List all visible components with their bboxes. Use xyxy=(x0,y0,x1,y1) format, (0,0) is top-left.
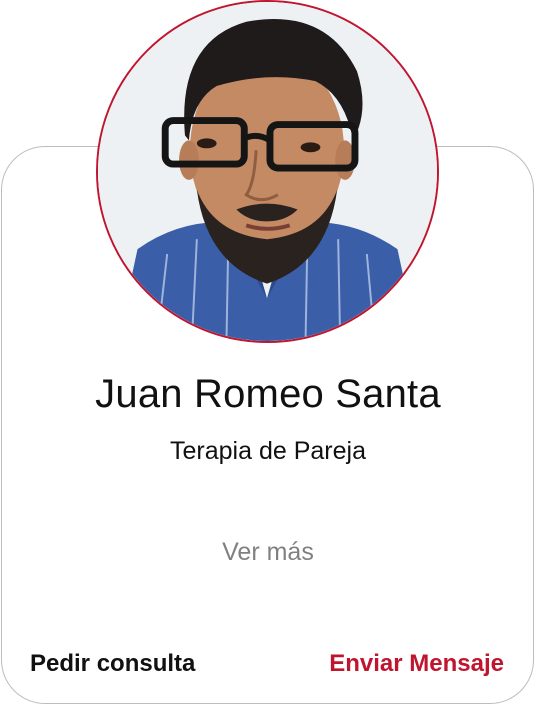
avatar xyxy=(96,0,439,343)
doctor-name: Juan Romeo Santa xyxy=(95,372,441,416)
send-message-button[interactable]: Enviar Mensaje xyxy=(329,650,504,678)
doctor-specialty: Terapia de Pareja xyxy=(170,437,366,465)
request-consultation-button[interactable]: Pedir consulta xyxy=(30,650,195,678)
see-more-link[interactable]: Ver más xyxy=(0,538,536,567)
avatar-photo xyxy=(98,2,437,341)
profile-card-stage: Juan Romeo Santa Terapia de Pareja Ver m… xyxy=(0,0,536,707)
